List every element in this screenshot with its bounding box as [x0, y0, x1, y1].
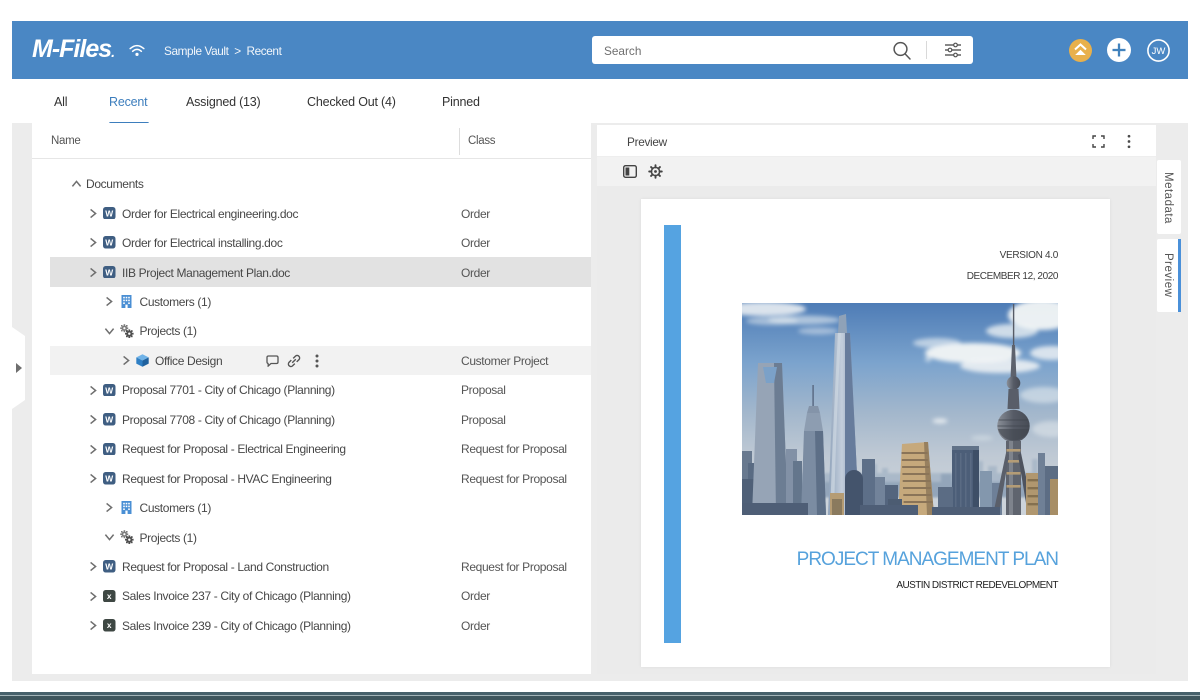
svg-text:x: x — [107, 591, 112, 601]
svg-text:W: W — [105, 267, 113, 277]
svg-text:W: W — [105, 444, 113, 454]
svg-text:W: W — [105, 414, 113, 424]
svg-text:W: W — [105, 473, 113, 483]
svg-text:W: W — [105, 385, 113, 395]
svg-text:W: W — [105, 562, 113, 572]
svg-text:W: W — [105, 208, 113, 218]
svg-text:x: x — [107, 620, 112, 630]
svg-text:W: W — [105, 238, 113, 248]
svg-text:JW: JW — [1151, 46, 1165, 57]
